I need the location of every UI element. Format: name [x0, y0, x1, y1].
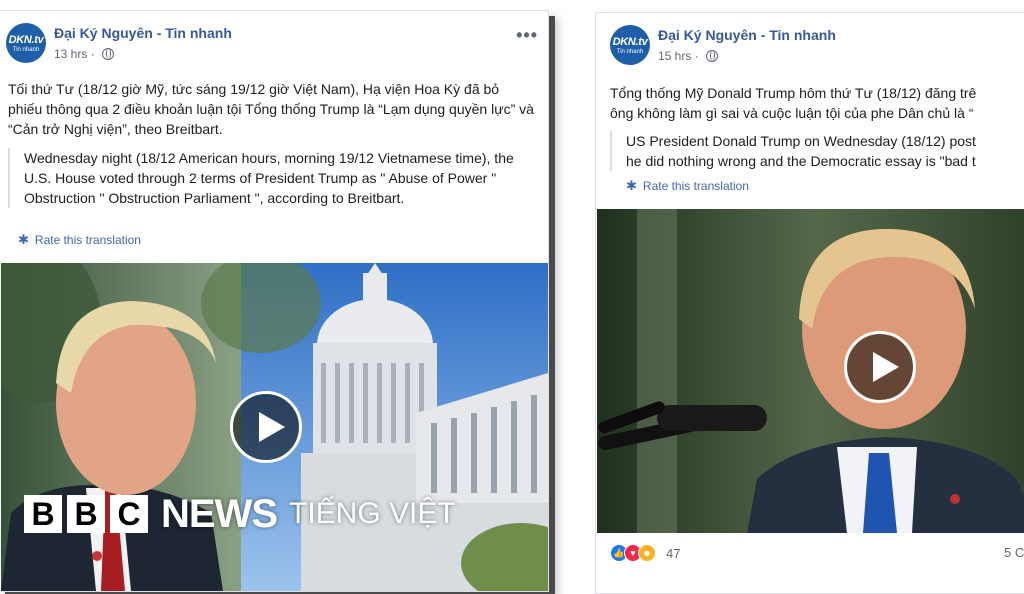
translation-line: US President Donald Trump on Wednesday (… — [626, 133, 976, 149]
post-timestamp[interactable]: 13 hrs · — [54, 47, 115, 61]
bbc-news-wordmark: NEWS — [161, 491, 278, 536]
page-name-link[interactable]: Đại Ký Nguyên - Tin nhanh — [54, 25, 232, 41]
timestamp-text: 13 hrs — [54, 47, 88, 61]
avatar-logo-subtext: Tin nhanh — [616, 49, 644, 55]
translation-block: US President Donald Trump on Wednesday (… — [610, 131, 1024, 171]
page-avatar[interactable]: DKN.tv Tin nhanh — [6, 23, 46, 63]
reaction-count: 47 — [666, 545, 681, 561]
post-text-line: ông không làm gì sai và cuộc luận tội củ… — [610, 105, 974, 121]
translation-block: Wednesday night (18/12 American hours, m… — [8, 148, 524, 208]
right-post-card: DKN.tv Tin nhanh Đại Ký Nguyên - Tin nha… — [595, 12, 1024, 594]
video-thumbnail[interactable] — [1, 263, 548, 591]
more-options-button[interactable]: ••• — [516, 25, 538, 46]
translation-line: he did nothing wrong and the Democratic … — [626, 153, 976, 169]
timestamp-text: 15 hrs — [658, 49, 692, 63]
haha-reaction-icon: ☻ — [638, 544, 656, 562]
globe-icon — [102, 48, 115, 60]
gear-icon: ✱ — [18, 232, 29, 247]
avatar-logo-text: DKN.tv — [8, 34, 44, 46]
rate-translation-label: Rate this translation — [642, 179, 749, 193]
page-avatar[interactable]: DKN.tv Tin nhanh — [610, 25, 650, 65]
comments-count-link[interactable]: 5 C — [1004, 545, 1024, 560]
play-icon[interactable] — [844, 331, 916, 403]
rate-translation-link[interactable]: ✱ Rate this translation — [18, 232, 141, 248]
post-text: Tổng thống Mỹ Donald Trump hôm thứ Tư (1… — [610, 83, 1024, 123]
rate-translation-link[interactable]: ✱ Rate this translation — [626, 178, 749, 194]
post-text: Tối thứ Tư (18/12 giờ Mỹ, tức sáng 19/12… — [8, 81, 534, 137]
avatar-logo-subtext: Tin nhanh — [12, 47, 40, 53]
bbc-logo-letter: B — [67, 495, 105, 533]
bbc-logo-letter: C — [110, 495, 148, 533]
reactions-summary[interactable]: 👍 ♥ ☻ 47 — [610, 544, 680, 562]
avatar-logo-text: DKN.tv — [612, 36, 648, 48]
bbc-service-name: TIẾNG VIỆT — [289, 497, 456, 530]
video-frame-image — [597, 209, 1024, 533]
bbc-news-logo: B B C NEWS TIẾNG VIỆT — [24, 491, 456, 536]
post-timestamp[interactable]: 15 hrs · — [658, 49, 719, 63]
rate-translation-label: Rate this translation — [34, 233, 141, 247]
globe-icon — [706, 50, 719, 62]
bbc-logo-letter: B — [24, 495, 62, 533]
gear-icon: ✱ — [626, 178, 637, 193]
play-icon[interactable] — [230, 391, 302, 463]
post-text-line: Tổng thống Mỹ Donald Trump hôm thứ Tư (1… — [610, 85, 977, 101]
page-name-link[interactable]: Đại Ký Nguyên - Tin nhanh — [658, 27, 836, 43]
video-thumbnail[interactable] — [597, 209, 1024, 533]
